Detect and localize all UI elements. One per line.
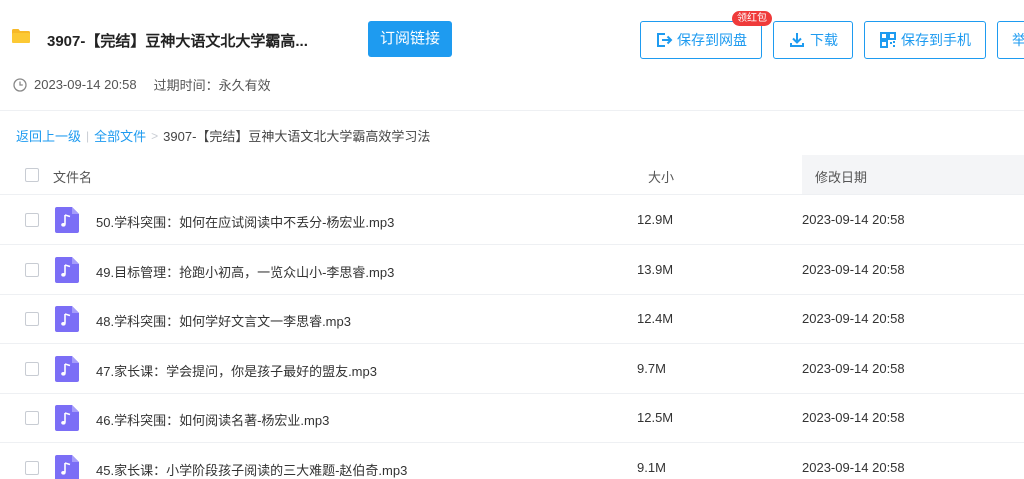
row-checkbox[interactable] <box>25 312 39 326</box>
music-file-icon <box>55 306 79 332</box>
file-table-header: 文件名 大小 修改日期 <box>0 155 1024 195</box>
table-row[interactable]: 48.学科突围：如何学好文言文一李思睿.mp3 12.4M 2023-09-14 2… <box>0 294 1024 344</box>
report-label: 举 <box>1012 32 1024 48</box>
download-label: 下载 <box>810 32 838 48</box>
subscribe-link-button[interactable]: 订阅链接 <box>368 21 452 57</box>
breadcrumb-separator: | <box>86 128 90 143</box>
file-size: 13.9M <box>637 261 674 277</box>
row-checkbox[interactable] <box>25 262 39 277</box>
breadcrumb: 返回上一级 | 全部文件 > 3907-【完结】豆神大语文北大学霸高效学习法 <box>16 126 430 145</box>
column-header-name[interactable]: 文件名 <box>53 167 92 186</box>
music-file-icon <box>55 355 79 382</box>
download-icon <box>790 33 804 47</box>
row-checkbox[interactable] <box>25 361 39 376</box>
table-row[interactable]: 45.家长课：小学阶段孩子阅读的三大难题-赵伯奇.mp3 9.1M 2023-09-… <box>0 443 1024 479</box>
file-size: 12.5M <box>637 410 674 425</box>
all-files-link[interactable]: 全部文件 <box>94 126 146 145</box>
report-button[interactable]: 举 <box>997 21 1024 59</box>
file-date: 2023-09-14 20:58 <box>802 459 905 475</box>
row-checkbox[interactable] <box>25 411 39 425</box>
file-size: 9.7M <box>637 360 666 376</box>
file-name[interactable]: 50.学科突围：如何在应试阅读中不丢分-杨宏业.mp3 <box>96 212 394 231</box>
clock-icon <box>13 77 27 92</box>
table-row[interactable]: 47.家长课：学会提问，你是孩子最好的盟友.mp3 9.7M 2023-09-14 … <box>0 344 1024 394</box>
share-title: 3907-【完结】豆神大语文北大学霸高... <box>47 33 308 50</box>
save-to-disk-button[interactable]: 保存到网盘 <box>640 21 762 59</box>
share-meta: 2023-09-14 20:58 过期时间：永久有效 <box>13 75 271 94</box>
expire-info: 过期时间：永久有效 <box>153 78 271 93</box>
back-link[interactable]: 返回上一级 <box>16 126 81 145</box>
file-date: 2023-09-14 20:58 <box>802 212 905 227</box>
folder-icon <box>12 29 30 43</box>
qr-code-icon <box>880 32 896 48</box>
file-name[interactable]: 48.学科突围：如何学好文言文一李思睿.mp3 <box>96 311 351 330</box>
table-row[interactable]: 49.目标管理：抢跑小初高，一览众山小-李思睿.mp3 13.9M 2023-09-… <box>0 245 1024 295</box>
music-file-icon <box>55 207 79 233</box>
table-row[interactable]: 46.学科突围：如何阅读名著-杨宏业.mp3 12.5M 2023-09-14 20… <box>0 393 1024 443</box>
red-packet-badge[interactable]: 领红包 <box>732 11 772 26</box>
column-header-date[interactable]: 修改日期 <box>815 167 867 186</box>
music-file-icon <box>55 454 79 479</box>
save-to-disk-icon <box>657 33 673 47</box>
header-divider <box>0 110 1024 111</box>
row-checkbox[interactable] <box>25 460 39 475</box>
file-name[interactable]: 46.学科突围：如何阅读名著-杨宏业.mp3 <box>96 410 329 429</box>
save-to-phone-button[interactable]: 保存到手机 <box>864 21 986 59</box>
row-checkbox[interactable] <box>25 213 39 227</box>
file-name[interactable]: 49.目标管理：抢跑小初高，一览众山小-李思睿.mp3 <box>96 262 394 281</box>
file-size: 9.1M <box>637 459 666 475</box>
file-date: 2023-09-14 20:58 <box>802 410 905 425</box>
file-size: 12.4M <box>637 311 674 326</box>
download-button[interactable]: 下载 <box>773 21 853 59</box>
file-date: 2023-09-14 20:58 <box>802 261 905 277</box>
file-date: 2023-09-14 20:58 <box>802 311 905 326</box>
file-name[interactable]: 45.家长课：小学阶段孩子阅读的三大难题-赵伯奇.mp3 <box>96 460 407 479</box>
file-size: 12.9M <box>637 212 674 227</box>
current-folder: 3907-【完结】豆神大语文北大学霸高效学习法 <box>163 129 431 144</box>
file-name[interactable]: 47.家长课：学会提问，你是孩子最好的盟友.mp3 <box>96 361 377 380</box>
music-file-icon <box>55 256 79 283</box>
music-file-icon <box>55 405 79 431</box>
file-date: 2023-09-14 20:58 <box>802 360 905 376</box>
save-to-phone-label: 保存到手机 <box>901 32 971 48</box>
breadcrumb-arrow: > <box>151 128 159 143</box>
share-time: 2023-09-14 20:58 <box>34 77 137 92</box>
column-header-size[interactable]: 大小 <box>648 167 674 186</box>
table-row[interactable]: 50.学科突围：如何在应试阅读中不丢分-杨宏业.mp3 12.9M 2023-09-… <box>0 195 1024 245</box>
share-header: 3907-【完结】豆神大语文北大学霸高... 订阅链接 保存到网盘 领红包 下载… <box>0 0 1024 110</box>
select-all-checkbox[interactable] <box>25 168 39 182</box>
save-to-disk-label: 保存到网盘 <box>677 32 747 48</box>
